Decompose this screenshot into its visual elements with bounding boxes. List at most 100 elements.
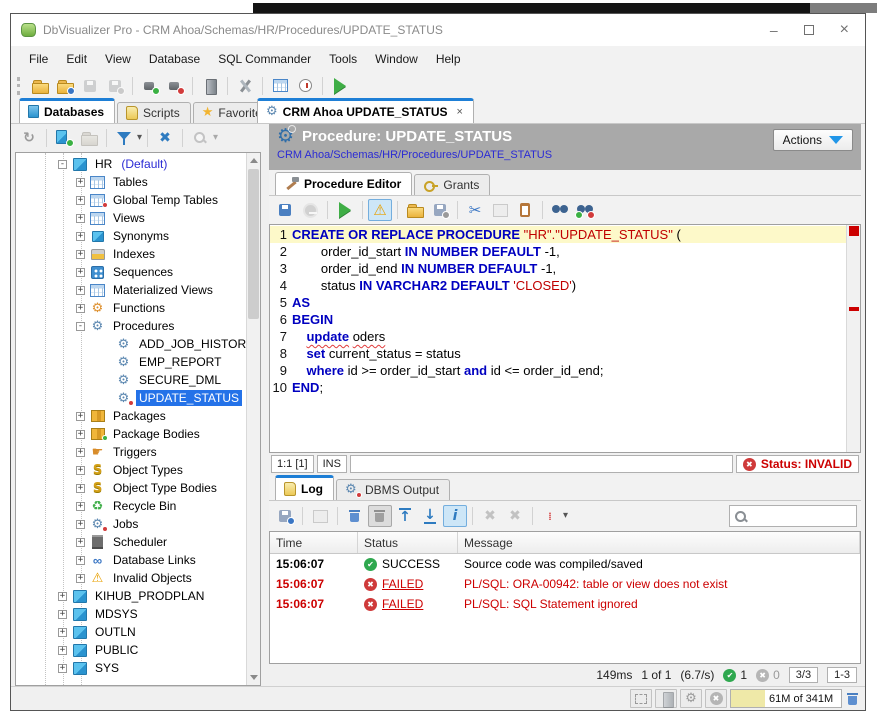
expander-icon[interactable]: + [76,448,85,457]
expander-icon[interactable]: + [76,304,85,313]
paste-button[interactable] [513,199,537,221]
row-divider-options-button[interactable]: ⁞ [538,505,562,527]
code-line[interactable]: 1CREATE OR REPLACE PROCEDURE "HR"."UPDAT… [270,226,846,243]
expander-icon[interactable]: + [76,520,85,529]
tree-item-recycle-bin[interactable]: +♻Recycle Bin [16,497,260,515]
error-overview-marker[interactable] [849,226,859,236]
find-replace-button[interactable] [573,199,597,221]
tree-item-emp-report[interactable]: ⚙EMP_REPORT [16,353,260,371]
expand-rows-button[interactable]: ✖ [478,505,502,527]
tree-item-mdsys[interactable]: +MDSYS [16,605,260,623]
column-message[interactable]: Message [458,532,860,553]
scroll-to-bottom-button[interactable]: ↓ [418,505,442,527]
tree-item-materialized-views[interactable]: +Materialized Views [16,281,260,299]
scroll-up-icon[interactable] [250,158,258,163]
tree-item-add-job-history[interactable]: ⚙ADD_JOB_HISTORY [16,335,260,353]
column-status[interactable]: Status [358,532,458,553]
expander-icon[interactable] [102,376,111,385]
tree-item-views[interactable]: +Views [16,209,260,227]
expander-icon[interactable]: + [76,430,85,439]
refresh-button[interactable]: ↻ [17,127,41,149]
show-errors-toggle[interactable]: ⚠ [368,199,392,221]
compile-button[interactable] [333,199,357,221]
find-button[interactable] [548,199,572,221]
chevron-down-icon[interactable]: ▾ [563,511,568,521]
chevron-down-icon[interactable]: ▾ [137,133,142,143]
tree-item-invalid-objects[interactable]: +⚠Invalid Objects [16,569,260,587]
code-line[interactable]: 3 order_id_end IN NUMBER DEFAULT -1, [270,260,846,277]
tree-item-synonyms[interactable]: +Synonyms [16,227,260,245]
save-button[interactable] [78,75,102,97]
tree-item-procedures[interactable]: -⚙Procedures [16,317,260,335]
tab-close-icon[interactable]: × [457,106,463,118]
expander-icon[interactable]: + [76,484,85,493]
layout-button[interactable] [630,689,652,708]
stop-button[interactable] [298,199,322,221]
tree-item-update-status[interactable]: ⚙UPDATE_STATUS [16,389,260,407]
scheduler-button[interactable] [293,75,317,97]
expander-icon[interactable] [102,358,111,367]
tree-item-global-temp-tables[interactable]: +Global Temp Tables [16,191,260,209]
panel-splitter[interactable] [261,124,269,686]
code-line[interactable]: 10END; [270,379,846,396]
tree-item-functions[interactable]: +⚙Functions [16,299,260,317]
maximize-button[interactable] [804,25,814,35]
tree-item-tables[interactable]: +Tables [16,173,260,191]
expander-icon[interactable]: + [76,196,85,205]
expander-icon[interactable]: + [76,214,85,223]
log-search-box[interactable] [729,505,857,527]
expander-icon[interactable]: + [76,286,85,295]
menu-view[interactable]: View [97,48,139,70]
menu-edit[interactable]: Edit [58,48,95,70]
expander-icon[interactable]: + [76,232,85,241]
tab-grants[interactable]: Grants [414,174,490,195]
tree-item-sys[interactable]: +SYS [16,659,260,677]
toolbar-grip[interactable] [17,77,22,95]
code-editor[interactable]: 1CREATE OR REPLACE PROCEDURE "HR"."UPDAT… [269,224,861,453]
open-file-button[interactable] [28,75,52,97]
grid-view-button[interactable] [268,75,292,97]
code-area[interactable]: 1CREATE OR REPLACE PROCEDURE "HR"."UPDAT… [270,225,846,452]
code-line[interactable]: 4 status IN VARCHAR2 DEFAULT 'CLOSED') [270,277,846,294]
expander-icon[interactable]: + [76,268,85,277]
tree-item-hr[interactable]: -HR(Default) [16,155,260,173]
column-time[interactable]: Time [270,532,358,553]
breadcrumb[interactable]: CRM Ahoa/Schemas/HR/Procedures/UPDATE_ST… [277,149,853,161]
tree-item-secure-dml[interactable]: ⚙SECURE_DML [16,371,260,389]
collapse-rows-button[interactable]: ✖ [503,505,527,527]
log-row-failed[interactable]: 15:06:07 ✖FAILED PL/SQL: SQL Statement i… [270,594,860,614]
menu-tools[interactable]: Tools [321,48,365,70]
connections-button[interactable] [655,689,677,708]
tab-dbms-output[interactable]: ⚙DBMS Output [336,479,450,500]
scroll-down-icon[interactable] [250,675,258,680]
save-as-button[interactable] [428,199,452,221]
search-input[interactable] [751,509,851,523]
tree-item-triggers[interactable]: +☛Triggers [16,443,260,461]
database-tree[interactable]: -HR(Default) +Tables +Global Temp Tables… [15,152,261,686]
error-marker-strip[interactable] [846,225,860,452]
clear-log-button[interactable] [343,505,367,527]
cut-button[interactable]: ✂ [463,199,487,221]
save-as-button[interactable] [103,75,127,97]
expander-icon[interactable]: + [76,250,85,259]
log-row-failed[interactable]: 15:06:07 ✖FAILED PL/SQL: ORA-00942: tabl… [270,574,860,594]
tab-scripts[interactable]: Scripts [117,102,191,123]
menu-help[interactable]: Help [428,48,469,70]
expander-icon[interactable]: + [58,592,67,601]
expander-icon[interactable]: + [58,664,67,673]
clear-on-execute-toggle[interactable] [368,505,392,527]
disconnect-button[interactable] [163,75,187,97]
expander-icon[interactable]: + [76,466,85,475]
expander-icon[interactable]: + [58,646,67,655]
menu-window[interactable]: Window [367,48,426,70]
scrollbar-thumb[interactable] [248,169,259,319]
tab-object-update-status[interactable]: ⚙ CRM Ahoa UPDATE_STATUS × [257,98,474,123]
expander-icon[interactable]: - [76,322,85,331]
settings-button[interactable]: ⚙ [680,689,702,708]
close-button[interactable]: × [840,21,849,39]
code-line[interactable]: 6BEGIN [270,311,846,328]
expander-icon[interactable]: + [76,538,85,547]
save-procedure-button[interactable] [273,199,297,221]
tree-item-kihub-prodplan[interactable]: +KIHUB_PRODPLAN [16,587,260,605]
tree-item-public[interactable]: +PUBLIC [16,641,260,659]
